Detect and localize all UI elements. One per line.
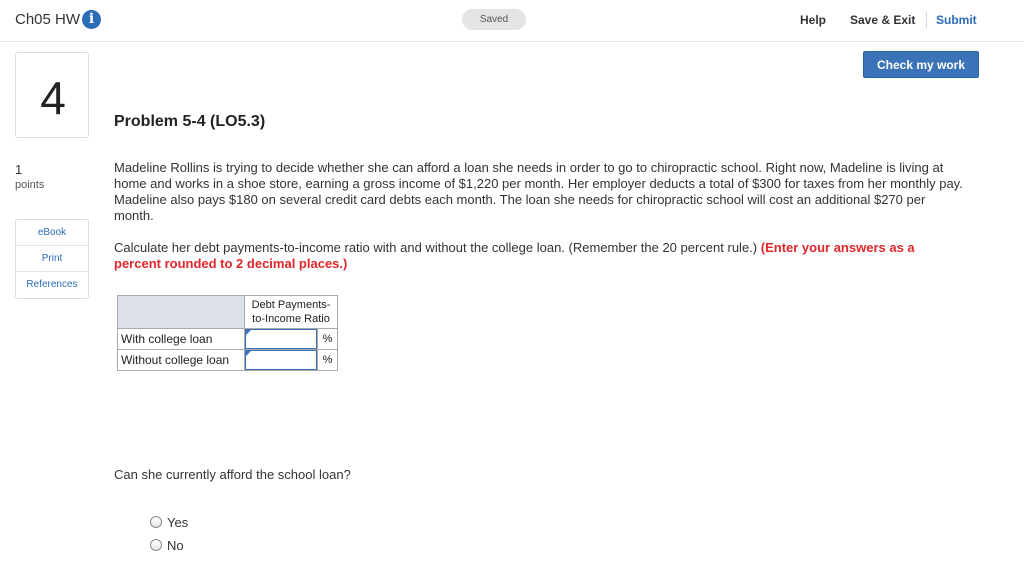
table-row: Without college loan % — [117, 349, 338, 371]
question-number: 4 — [40, 72, 66, 124]
header-line-2: to-Income Ratio — [252, 313, 330, 325]
problem-text: Madeline Rollins is trying to decide whe… — [114, 160, 963, 223]
question-number-box: 4 — [15, 52, 89, 138]
option-no-label[interactable]: No — [167, 538, 184, 553]
top-bar: Ch05 HW i Saved Help Save & Exit Submit — [0, 0, 1024, 42]
ebook-link[interactable]: eBook — [16, 220, 88, 246]
percent-unit: % — [317, 329, 337, 349]
radio-button-yes[interactable] — [150, 516, 162, 528]
print-link[interactable]: Print — [16, 246, 88, 272]
references-link[interactable]: References — [16, 272, 88, 298]
check-my-work-button[interactable]: Check my work — [863, 51, 979, 78]
option-yes[interactable]: Yes — [150, 514, 188, 530]
instruction-text: Calculate her debt payments-to-income ra… — [114, 240, 964, 272]
with-loan-cell: % — [244, 328, 338, 350]
option-no[interactable]: No — [150, 537, 184, 553]
radio-button-no[interactable] — [150, 539, 162, 551]
percent-unit: % — [317, 350, 337, 370]
resource-links: eBook Print References — [15, 219, 89, 299]
afford-question: Can she currently afford the school loan… — [114, 467, 351, 482]
help-link[interactable]: Help — [800, 13, 826, 27]
option-yes-label[interactable]: Yes — [167, 515, 188, 530]
ratio-column-header: Debt Payments- to-Income Ratio — [244, 295, 338, 329]
nav-divider — [926, 12, 927, 28]
row-label-without-loan: Without college loan — [117, 349, 245, 371]
answer-table: Debt Payments- to-Income Ratio With coll… — [117, 295, 338, 371]
header-line-1: Debt Payments- — [251, 299, 331, 311]
row-label-with-loan: With college loan — [117, 328, 245, 350]
assignment-title: Ch05 HW — [15, 11, 81, 28]
table-row: With college loan % — [117, 328, 338, 350]
points-label: points — [15, 179, 45, 191]
without-loan-cell: % — [244, 349, 338, 371]
problem-title: Problem 5-4 (LO5.3) — [114, 113, 266, 130]
points-value: 1 — [15, 162, 23, 177]
table-corner-cell — [117, 295, 245, 329]
submit-link[interactable]: Submit — [936, 13, 977, 27]
with-loan-ratio-input[interactable] — [245, 329, 317, 349]
saved-status-badge: Saved — [462, 9, 526, 30]
instruction-main: Calculate her debt payments-to-income ra… — [114, 240, 758, 255]
info-icon[interactable]: i — [82, 10, 101, 29]
without-loan-ratio-input[interactable] — [245, 350, 317, 370]
save-exit-link[interactable]: Save & Exit — [850, 13, 915, 27]
